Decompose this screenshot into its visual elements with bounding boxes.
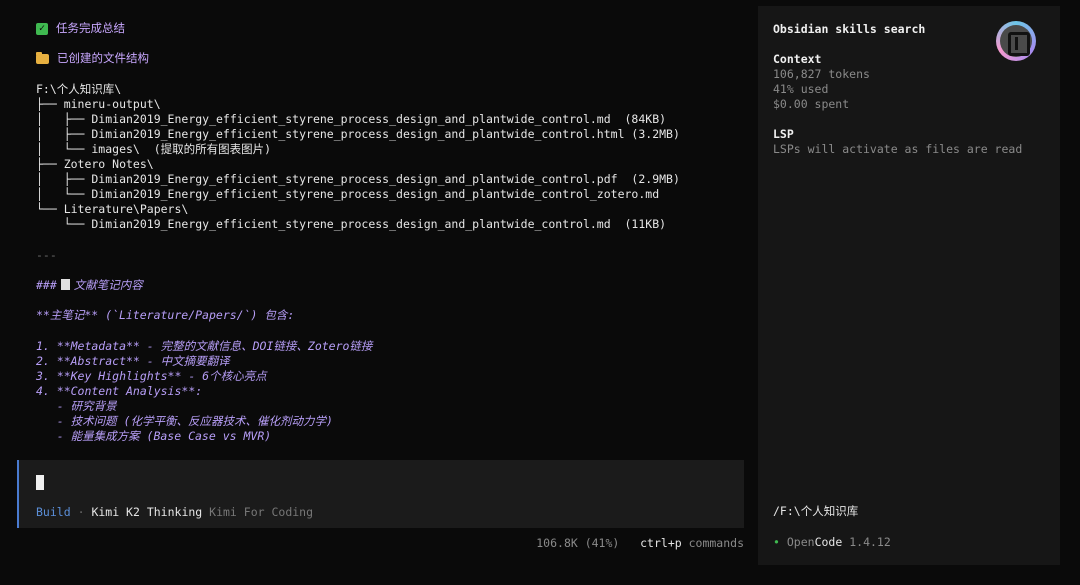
task-summary-header: ✓ 任务完成总结 [36,21,125,36]
file-structure-text: 已创建的文件结构 [57,51,149,65]
token-usage: 106.8K (41%) [536,536,620,550]
tree-line-root: F:\个人知识库\ [36,82,122,96]
tree-line: └── Literature\Papers\ [36,202,189,216]
list-item: 1. **Metadata** - 完整的文献信息、DOI链接、Zotero链接 [36,339,373,353]
tree-line: └── Dimian2019_Energy_efficient_styrene_… [36,217,667,231]
workspace-path: /F:\个人知识库 [773,504,859,518]
tree-line: │ ├── Dimian2019_Energy_efficient_styren… [36,127,680,141]
tree-line: ├── Zotero Notes\ [36,157,154,171]
main-note-line: **主笔记** (`Literature/Papers/`) 包含: [36,308,295,322]
list-item: - 技术问题 (化学平衡、反应器技术、催化剂动力学) [36,414,333,428]
status-dot-icon: • [773,535,780,549]
mode-line: Build · Kimi K2 Thinking Kimi For Coding [36,505,313,519]
tree-line: │ └── Dimian2019_Energy_efficient_styren… [36,187,660,201]
list-item: 4. **Content Analysis**: [36,384,203,398]
context-tokens: 106,827 tokens [773,67,870,81]
context-used: 41% used [773,82,829,96]
session-title: Obsidian skills search [773,22,926,36]
app-version: 1.4.12 [849,535,891,549]
tree-line: │ ├── Dimian2019_Energy_efficient_styren… [36,112,667,126]
prompt-input[interactable]: Build · Kimi K2 Thinking Kimi For Coding [17,460,744,528]
list-item: 3. **Key Highlights** - 6个核心亮点 [36,369,267,383]
markdown-separator: --- [36,248,57,262]
mode-build[interactable]: Build [36,505,71,519]
list-item: - 研究背景 [36,399,117,413]
avatar-logo-icon [1000,25,1032,57]
avatar [996,21,1036,61]
shortcut-key[interactable]: ctrl+p [640,536,682,550]
file-structure-header: 已创建的文件结构 [36,51,149,66]
mode-separator: · [77,505,85,519]
list-item: 2. **Abstract** - 中文摘要翻译 [36,354,230,368]
heading-text: 文献笔记内容 [73,278,143,292]
lsp-heading: LSP [773,127,794,141]
shortcut-label[interactable]: commands [689,536,744,550]
lsp-status: LSPs will activate as files are read [773,142,1023,156]
context-spent: $0.00 spent [773,97,850,111]
sidebar: Obsidian skills search Context 106,827 t… [758,6,1060,565]
tree-line: │ ├── Dimian2019_Energy_efficient_styren… [36,172,680,186]
provider-name: Kimi For Coding [209,505,314,519]
task-summary-text: 任务完成总结 [56,21,125,35]
status-bar: 106.8K (41%) ctrl+p commands [536,536,744,550]
folder-icon [36,51,49,64]
app-name-open: Open [786,535,815,549]
markdown-heading: ### 文献笔记内容 [36,278,143,293]
heading-prefix: ### [36,278,57,292]
document-icon [60,279,70,290]
app-version-line: • OpenCode 1.4.12 [773,535,891,550]
context-heading: Context [773,52,822,66]
tree-line: │ └── images\ (提取的所有图表图片) [36,142,272,156]
checkmark-icon: ✓ [36,22,48,35]
list-item: - 能量集成方案 (Base Case vs MVR) [36,429,272,443]
model-name[interactable]: Kimi K2 Thinking [91,505,202,519]
tree-line: ├── mineru-output\ [36,97,161,111]
app-name-code: Code [814,535,843,549]
text-cursor [36,475,44,490]
